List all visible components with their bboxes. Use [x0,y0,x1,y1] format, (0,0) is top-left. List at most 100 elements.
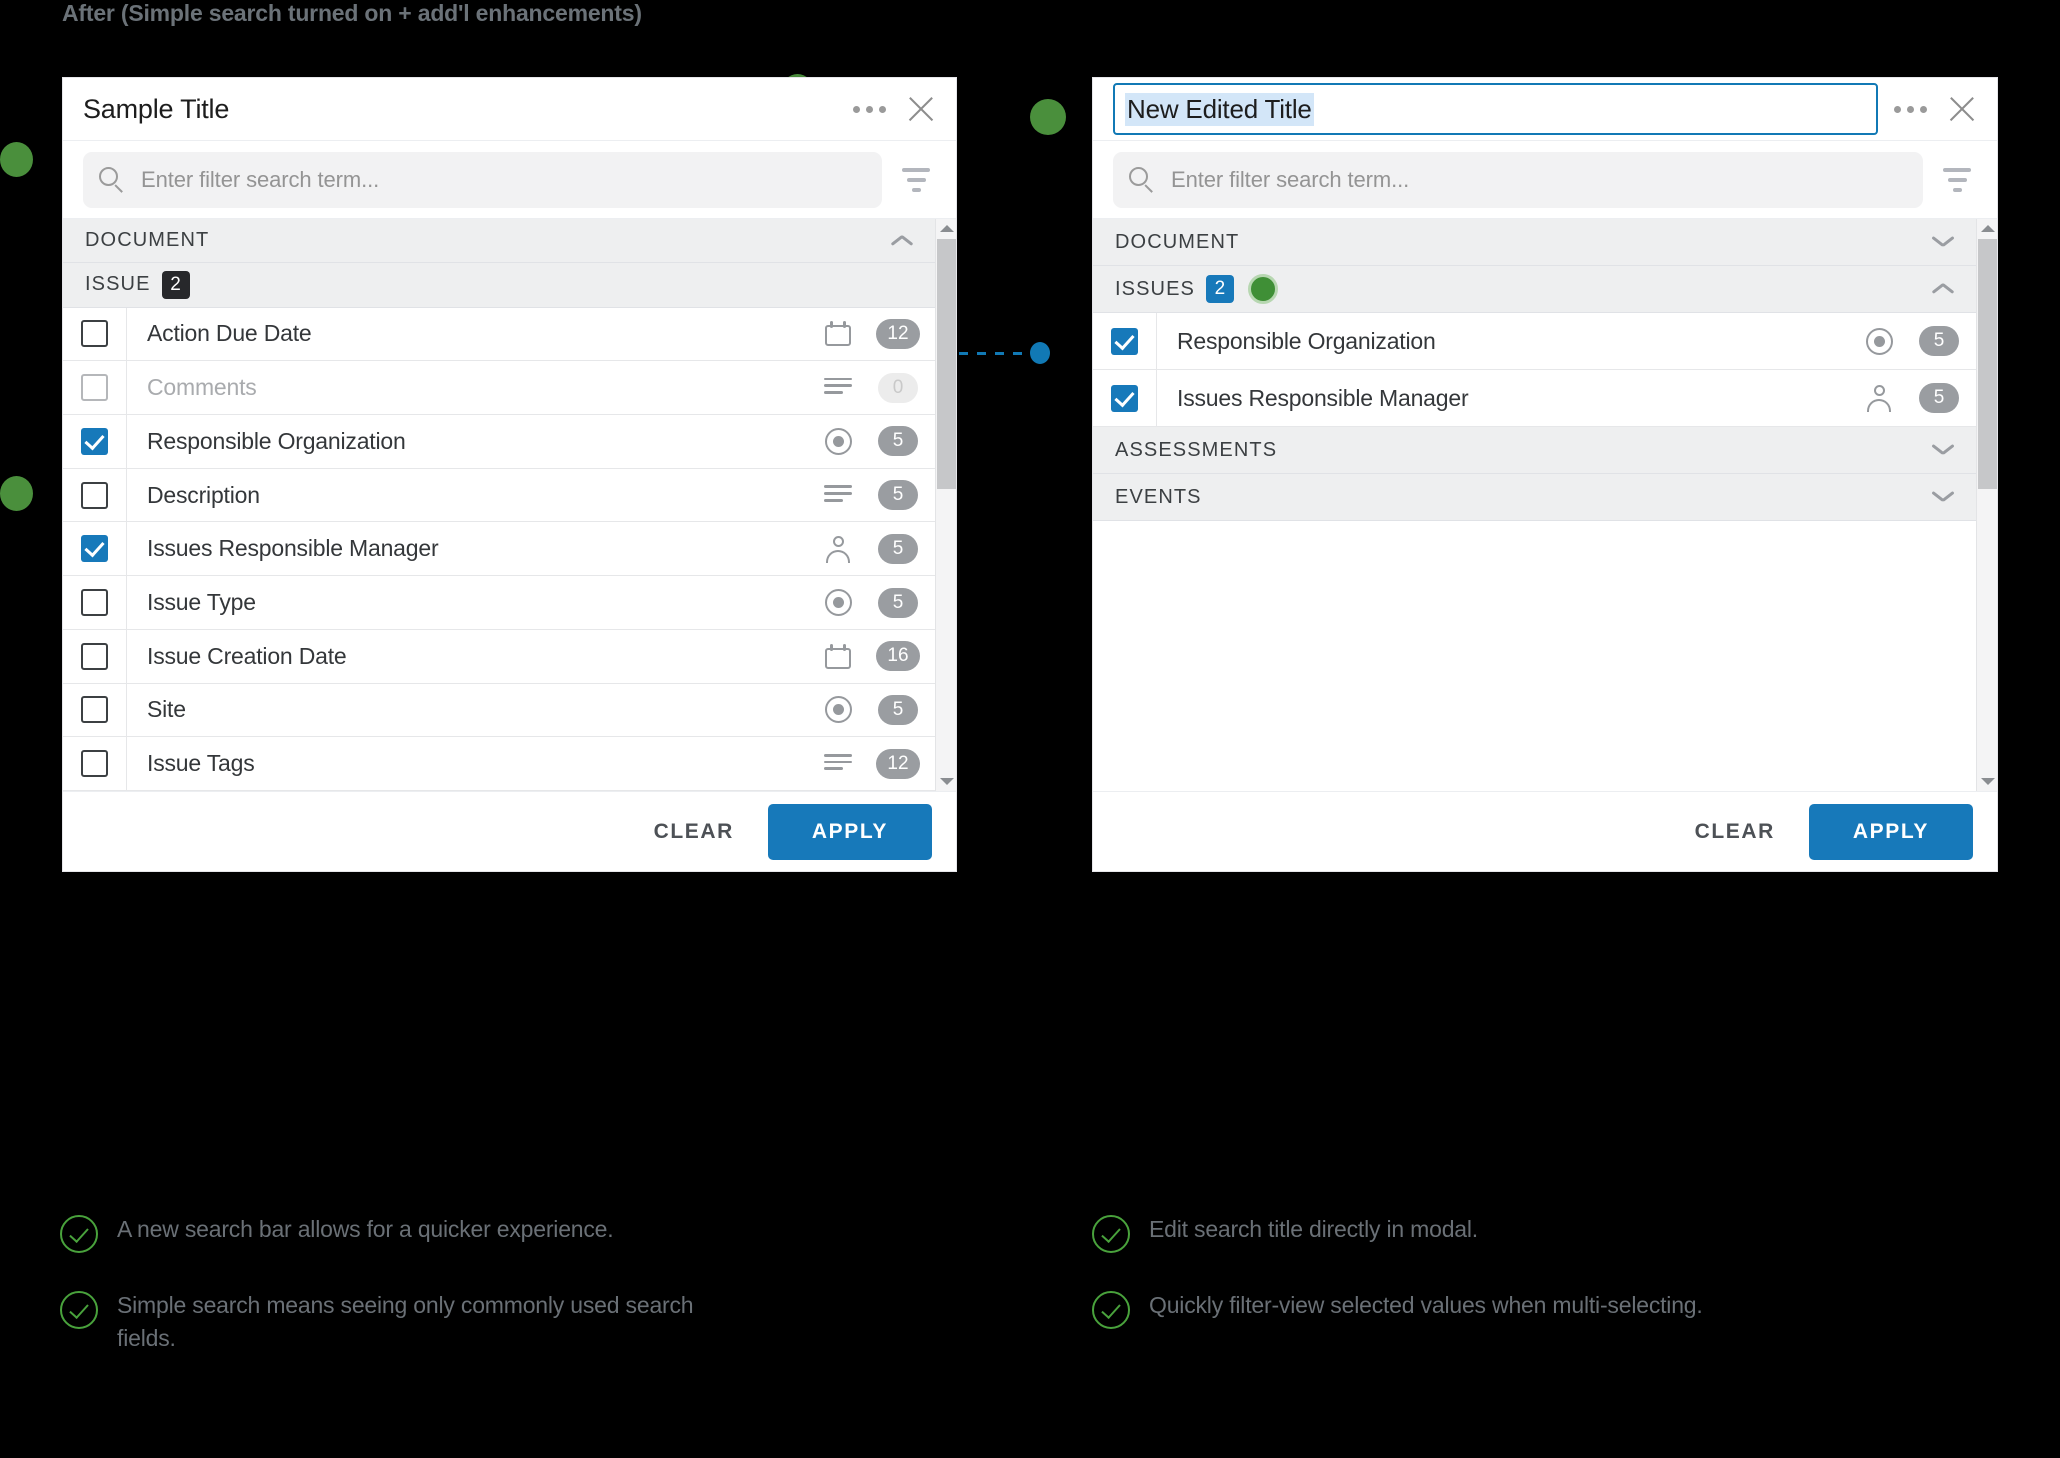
check-circle-icon [60,1215,98,1253]
right-search-box[interactable]: Enter filter search term... [1113,151,1923,208]
filter-icon[interactable] [896,167,936,192]
list-item[interactable]: Comments 0 [63,361,935,416]
checkbox-checked[interactable] [81,427,108,455]
clear-button[interactable]: CLEAR [628,806,760,858]
checkbox-unchecked[interactable] [81,320,108,348]
row-count: 5 [1902,383,1976,413]
list-item[interactable]: Issue Creation Date 16 [63,629,935,684]
scroll-down-arrow-icon[interactable] [940,778,954,785]
list-item-label: Responsible Organization [1177,327,1436,354]
row-checkbox-cell[interactable] [63,361,127,415]
checkbox-checked[interactable] [1111,327,1138,355]
close-icon[interactable] [904,92,938,126]
scrollbar-thumb[interactable] [937,239,956,489]
group-count-badge: 2 [161,270,190,299]
row-count: 5 [861,480,935,511]
filter-icon[interactable] [1937,167,1977,192]
calendar-icon [815,643,861,669]
title-input[interactable]: New Edited Title [1113,83,1878,135]
row-checkbox-cell[interactable] [63,629,127,683]
apply-button[interactable]: APPLY [767,803,932,860]
connector-endpoint-end [1030,342,1050,364]
checkbox-unchecked[interactable] [81,374,108,402]
apply-button[interactable]: APPLY [1808,803,1973,860]
row-count: 5 [861,426,935,457]
more-options-icon[interactable] [1892,100,1929,119]
row-checkbox-cell[interactable] [63,415,127,468]
row-checkbox-cell[interactable] [1093,370,1157,426]
chevron-down-icon[interactable] [1932,439,1954,461]
row-checkbox-cell[interactable] [63,307,127,361]
annotation-text: Edit search title directly in modal. [1149,1216,1478,1242]
group-header-issues[interactable]: ISSUES 2 [1093,266,1976,313]
count-badge: 12 [876,318,920,349]
title-input-value[interactable]: New Edited Title [1125,92,1314,126]
row-checkbox-cell[interactable] [63,737,127,791]
chevron-down-icon[interactable] [1932,486,1954,508]
group-header-issue[interactable]: ISSUE 2 [63,263,935,308]
close-icon[interactable] [1945,92,1979,126]
list-item[interactable]: Responsible Organization 5 [63,415,935,469]
row-count: 12 [861,748,935,779]
clear-button[interactable]: CLEAR [1669,806,1801,858]
more-options-icon[interactable] [851,100,888,119]
group-header-assessments[interactable]: ASSESSMENTS [1093,427,1976,474]
annotation-text: Quickly filter-view selected values when… [1149,1292,1703,1318]
list-item[interactable]: Issues Responsible Manager 5 [63,522,935,577]
right-modal-footer: CLEAR APPLY [1093,791,1997,871]
count-badge: 5 [1919,383,1959,413]
list-item-label: Issue Creation Date [147,642,347,669]
selected-filter-indicator-icon[interactable] [1247,274,1278,304]
chevron-down-icon[interactable] [1932,231,1954,253]
right-list-empty-space [1093,521,1976,791]
text-lines-icon [815,485,861,505]
list-item[interactable]: Issues Responsible Manager 5 [1093,370,1976,427]
group-label: ASSESSMENTS [1115,438,1278,461]
left-search-input-placeholder[interactable]: Enter filter search term... [141,167,379,193]
group-header-document[interactable]: DOCUMENT [1093,219,1976,266]
left-search-box[interactable]: Enter filter search term... [83,151,882,208]
group-count-badge: 2 [1205,275,1234,303]
annotation-item: Simple search means seeing only commonly… [60,1289,880,1356]
row-checkbox-cell[interactable] [63,468,127,522]
group-header-events[interactable]: EVENTS [1093,474,1976,521]
chevron-up-icon[interactable] [1932,278,1954,300]
scrollbar-thumb[interactable] [1978,239,1997,489]
chevron-up-icon[interactable] [891,230,913,252]
annotation-item: Edit search title directly in modal. [1092,1213,1992,1253]
row-checkbox-cell[interactable] [1093,313,1157,369]
callout-dot-left-search [0,142,33,177]
list-item[interactable]: Responsible Organization 5 [1093,313,1976,370]
row-count: 5 [861,587,935,618]
list-item[interactable]: Description 5 [63,468,935,523]
right-scrollbar[interactable] [1976,219,1997,791]
row-count: 0 [861,372,935,403]
list-item[interactable]: Issue Tags 12 [63,737,935,792]
row-checkbox-cell[interactable] [63,576,127,629]
row-count: 16 [861,641,935,672]
list-item[interactable]: Issue Type 5 [63,576,935,630]
checkbox-checked[interactable] [81,535,108,563]
list-item-label: Issues Responsible Manager [1177,384,1469,411]
checkbox-unchecked[interactable] [81,589,108,617]
scroll-up-arrow-icon[interactable] [940,225,954,232]
checkbox-unchecked[interactable] [81,696,108,724]
row-checkbox-cell[interactable] [63,522,127,576]
right-search-input-placeholder[interactable]: Enter filter search term... [1171,167,1409,193]
person-icon [815,535,861,563]
radio-icon [815,427,861,455]
scroll-down-arrow-icon[interactable] [1981,778,1995,785]
checkbox-unchecked[interactable] [81,642,108,670]
checkbox-unchecked[interactable] [81,750,108,778]
scroll-up-arrow-icon[interactable] [1981,225,1995,232]
annotation-text: Simple search means seeing only commonly… [117,1292,694,1352]
left-search-row: Enter filter search term... [63,141,956,219]
left-scrollbar[interactable] [935,219,956,791]
row-checkbox-cell[interactable] [63,683,127,737]
list-item-label: Responsible Organization [147,427,406,454]
checkbox-unchecked[interactable] [81,481,108,509]
group-header-document[interactable]: DOCUMENT [63,219,935,264]
checkbox-checked[interactable] [1111,384,1138,412]
list-item[interactable]: Site 5 [63,683,935,738]
list-item[interactable]: Action Due Date 12 [63,307,935,362]
